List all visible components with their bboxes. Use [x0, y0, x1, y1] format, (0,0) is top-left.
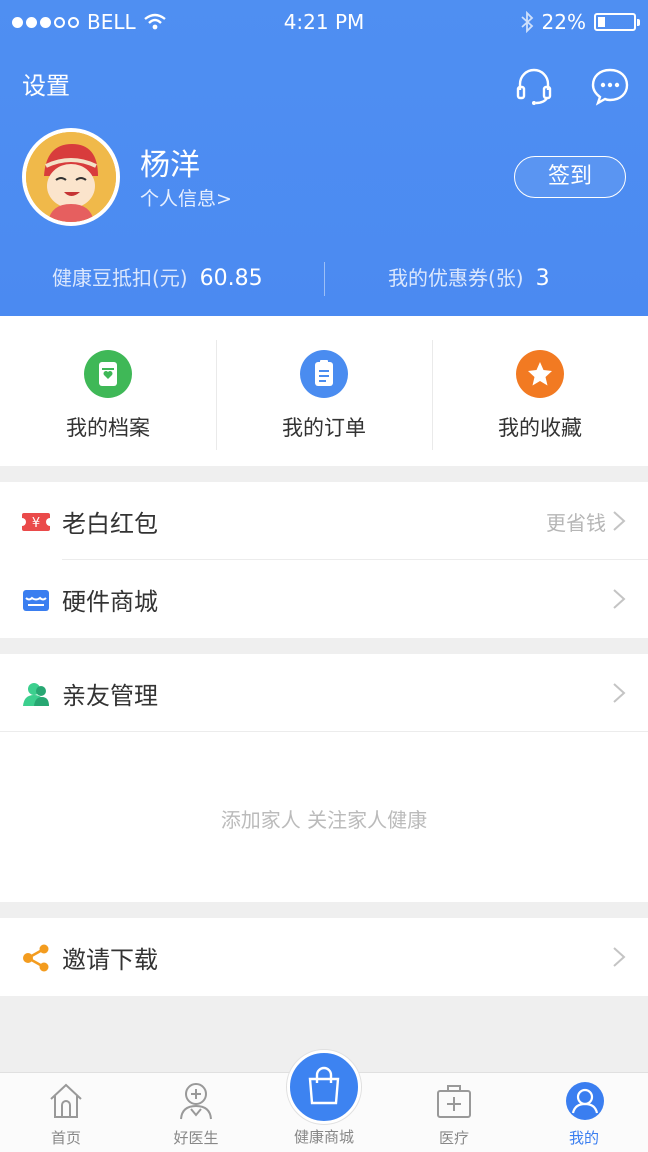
battery-icon [594, 13, 640, 31]
menu-hint: 更省钱 [546, 511, 606, 535]
avatar-illustration [26, 132, 116, 222]
username: 杨洋 [140, 148, 200, 183]
store-icon [23, 590, 49, 611]
family-section: 亲友管理 添加家人 关注家人健康 [0, 654, 648, 902]
status-right: 22% [520, 10, 640, 34]
coupons-stat[interactable]: 我的优惠券(张) 3 [388, 262, 550, 291]
family-icon [23, 683, 49, 706]
coupons-value: 3 [535, 266, 550, 291]
sign-in-button[interactable]: 签到 [514, 156, 626, 198]
quick-item-label: 我的收藏 [498, 416, 582, 440]
menu-row-red-packet[interactable]: ¥ 老白红包 更省钱 [0, 482, 648, 560]
chevron-right-icon [613, 947, 626, 967]
quick-item-label: 我的档案 [66, 416, 150, 440]
settings-link[interactable]: 设置 [22, 66, 70, 101]
order-icon [300, 350, 348, 398]
invite-section: 邀请下载 [0, 918, 648, 996]
menu-label: 硬件商城 [62, 588, 158, 616]
menu-row-hardware-mall[interactable]: 硬件商城 [0, 560, 648, 638]
doctor-icon [180, 1083, 212, 1120]
menu-row-invite[interactable]: 邀请下载 [0, 918, 648, 996]
health-beans-value: 60.85 [199, 266, 263, 291]
medical-kit-icon [437, 1085, 471, 1118]
tab-health-mall[interactable] [287, 1050, 361, 1124]
quick-item-favorites[interactable]: 我的收藏 [432, 316, 648, 466]
divider [0, 731, 648, 732]
red-packet-icon: ¥ [22, 513, 50, 531]
profile-info-link[interactable]: 个人信息> [140, 184, 232, 211]
archive-icon [84, 350, 132, 398]
shopping-bag-icon [308, 1066, 340, 1105]
menu-label: 亲友管理 [62, 682, 158, 710]
health-beans-stat[interactable]: 健康豆抵扣(元) 60.85 [52, 262, 263, 291]
profile-header: BELL 4:21 PM 22% 设置 杨洋 个人信息> 签到 健康豆抵扣(元)… [0, 0, 648, 316]
quick-item-archive[interactable]: 我的档案 [0, 316, 216, 466]
battery-percent: 22% [541, 10, 586, 34]
status-bar: BELL 4:21 PM 22% [0, 0, 648, 44]
health-beans-label: 健康豆抵扣(元) [52, 266, 188, 290]
menu-section-1: ¥ 老白红包 更省钱 硬件商城 [0, 482, 648, 638]
svg-text:¥: ¥ [32, 516, 40, 531]
coupons-label: 我的优惠券(张) [388, 266, 524, 290]
avatar[interactable] [22, 128, 120, 226]
share-icon [23, 944, 49, 972]
chevron-right-icon [613, 683, 626, 703]
family-empty-hint[interactable]: 添加家人 关注家人健康 [0, 804, 648, 833]
battery-fill [598, 17, 606, 27]
tab-label: 健康商城 [293, 1128, 354, 1146]
stat-divider [324, 262, 325, 296]
quick-actions: 我的档案 我的订单 我的收藏 [0, 316, 648, 466]
menu-label: 老白红包 [62, 510, 158, 538]
menu-row-family[interactable]: 亲友管理 [0, 654, 648, 732]
quick-item-orders[interactable]: 我的订单 [216, 316, 432, 466]
chevron-right-icon [613, 511, 626, 531]
app-screen: BELL 4:21 PM 22% 设置 杨洋 个人信息> 签到 健康豆抵扣(元)… [0, 0, 648, 1152]
profile-icon [566, 1082, 604, 1120]
headset-icon[interactable] [514, 66, 554, 106]
bluetooth-icon [520, 11, 533, 33]
chevron-right-icon [613, 589, 626, 609]
star-icon [516, 350, 564, 398]
message-icon[interactable] [590, 66, 630, 106]
menu-label: 邀请下载 [62, 946, 158, 974]
quick-item-label: 我的订单 [282, 416, 366, 440]
home-icon [50, 1083, 82, 1118]
